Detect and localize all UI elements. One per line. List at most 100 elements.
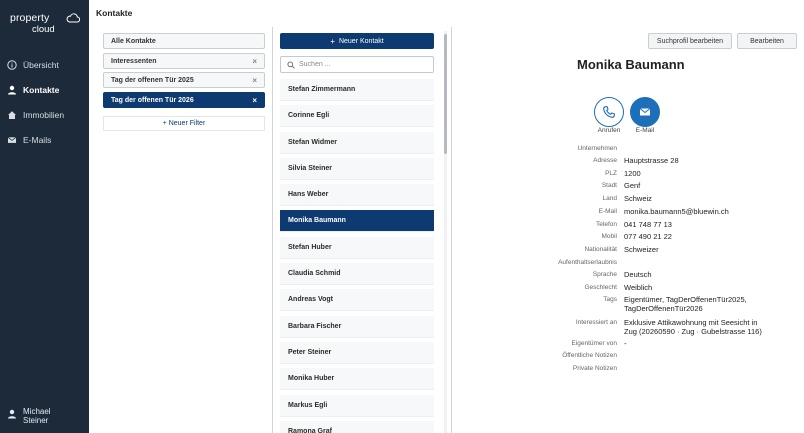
call-button[interactable] <box>594 97 624 127</box>
field-row: Stadt Genf <box>530 181 780 190</box>
user-menu[interactable]: Michael Steiner <box>7 407 51 425</box>
page-title: Kontakte <box>96 8 133 18</box>
column-divider <box>272 27 273 433</box>
mail-icon <box>7 135 17 145</box>
contact-list-item-name: Barbara Fischer <box>288 322 342 330</box>
contact-list-item-name: Monika Huber <box>288 375 335 383</box>
contact-list-item-name: Hans Weber <box>288 191 329 199</box>
contact-list-item[interactable]: Stefan Widmer <box>280 131 434 154</box>
sidebar: property cloud Übersicht Kontakte Immobi… <box>0 0 89 433</box>
filter-tag-der-offenen-tuer-2026[interactable]: Tag der offenen Tür 2026 × <box>103 92 265 108</box>
field-label: Nationalität <box>584 246 617 253</box>
contact-list-item[interactable]: Andreas Vogt <box>280 289 434 312</box>
sidebar-item-label: Immobilien <box>23 110 65 120</box>
field-row: Sprache Deutsch <box>530 270 780 279</box>
field-row: Adresse Hauptstrasse 28 <box>530 156 780 165</box>
contact-list-item-name: Silvia Steiner <box>288 164 332 172</box>
field-label: Tags <box>603 296 617 303</box>
field-label: Adresse <box>593 157 617 164</box>
contact-list-item[interactable]: Silvia Steiner <box>280 157 434 180</box>
edit-search-profile-button[interactable]: Suchprofil bearbeiten <box>648 33 732 49</box>
sidebar-item-emails[interactable]: E-Mails <box>0 130 89 150</box>
search-input[interactable] <box>299 61 429 68</box>
brand-line1: property <box>10 12 50 24</box>
contact-list-item-name: Monika Baumann <box>288 217 346 225</box>
contact-list-item[interactable]: Claudia Schmid <box>280 263 434 286</box>
contact-list-item-name: Corinne Egli <box>288 112 330 120</box>
sidebar-item-label: E-Mails <box>23 135 52 145</box>
field-row: Private Notizen <box>530 364 780 373</box>
field-value[interactable]: Exklusive Attikawohnung mit Seesicht in … <box>624 318 764 336</box>
brand-logo[interactable]: property cloud <box>10 12 80 36</box>
email-button[interactable] <box>630 97 660 127</box>
filter-tag-der-offenen-tuer-2025[interactable]: Tag der offenen Tür 2025 × <box>103 72 265 88</box>
contact-list-item[interactable]: Markus Egli <box>280 394 434 417</box>
field-label: Eigentümer von <box>571 340 617 347</box>
field-value[interactable]: 041 748 77 13 <box>624 220 764 229</box>
field-label: Telefon <box>596 221 617 228</box>
contact-list-item[interactable]: Stefan Zimmermann <box>280 79 434 101</box>
field-row: Interessiert an Exklusive Attikawohnung m… <box>530 318 780 336</box>
field-value: - <box>624 339 627 348</box>
call-label: Anrufen <box>597 127 621 134</box>
person-icon <box>7 85 17 95</box>
field-label: Öffentliche Notizen <box>562 352 617 359</box>
brand-line2: cloud <box>32 24 55 35</box>
contact-list-item-name: Stefan Widmer <box>288 138 337 146</box>
person-icon <box>7 409 17 419</box>
field-value: Schweizer <box>624 245 659 254</box>
user-first-name: Michael <box>23 407 51 416</box>
field-label: Mobil <box>601 233 617 240</box>
field-value[interactable]: 077 490 21 22 <box>624 232 764 241</box>
field-value[interactable]: monika.baumann5@bluewin.ch <box>624 207 764 216</box>
field-value: Schweiz <box>624 194 652 203</box>
sidebar-item-kontakte[interactable]: Kontakte <box>0 80 89 100</box>
field-label: Geschlecht <box>584 284 617 291</box>
contact-list-item[interactable]: Monika Baumann <box>280 210 434 233</box>
new-contact-label: Neuer Kontakt <box>338 37 384 45</box>
contact-list-item[interactable]: Corinne Egli <box>280 105 434 128</box>
field-label: Unternehmen <box>577 145 617 152</box>
sidebar-item-label: Kontakte <box>23 85 60 95</box>
contact-list-item[interactable]: Hans Weber <box>280 184 434 207</box>
field-row: Eigentümer von - <box>530 339 780 348</box>
field-row: Telefon 041 748 77 13 <box>530 220 780 229</box>
contact-list-item-name: Stefan Huber <box>288 243 332 251</box>
field-value: Hauptstrasse 28 <box>624 156 679 165</box>
sidebar-item-immobilien[interactable]: Immobilien <box>0 105 89 125</box>
filter-interessenten[interactable]: Interessenten × <box>103 53 265 69</box>
info-icon <box>7 60 17 70</box>
field-label: Stadt <box>601 182 617 189</box>
new-contact-button[interactable]: + Neuer Kontakt <box>280 33 434 49</box>
contact-list-item[interactable]: Monika Huber <box>280 368 434 391</box>
scrollbar-thumb[interactable] <box>444 34 447 154</box>
field-row: PLZ 1200 <box>530 169 780 178</box>
field-row: Unternehmen <box>530 144 780 153</box>
search-icon <box>287 60 295 69</box>
field-label: Sprache <box>592 271 617 278</box>
field-value: Deutsch <box>624 270 652 279</box>
contact-name: Monika Baumann <box>577 57 685 72</box>
close-icon[interactable]: × <box>252 57 257 66</box>
new-filter-button[interactable]: + Neuer Filter <box>103 116 265 131</box>
contact-list-item[interactable]: Peter Steiner <box>280 341 434 364</box>
field-row: Land Schweiz <box>530 194 780 203</box>
search-field[interactable] <box>280 56 434 73</box>
user-last-name: Steiner <box>23 416 49 425</box>
contact-list-item[interactable]: Barbara Fischer <box>280 315 434 338</box>
contact-list-item-name: Peter Steiner <box>288 348 332 356</box>
contact-list-item[interactable]: Ramona Graf <box>280 420 434 433</box>
field-label: Private Notizen <box>572 365 617 372</box>
phone-icon <box>603 105 616 118</box>
filter-alle-kontakte[interactable]: Alle Kontakte <box>103 33 265 49</box>
plus-icon: + <box>330 36 335 46</box>
home-icon <box>7 110 17 120</box>
close-icon[interactable]: × <box>252 96 257 105</box>
filter-label: Tag der offenen Tür 2025 <box>111 76 194 84</box>
sidebar-item-uebersicht[interactable]: Übersicht <box>0 55 89 75</box>
close-icon[interactable]: × <box>252 76 257 85</box>
column-divider <box>451 27 452 433</box>
contact-list-item[interactable]: Stefan Huber <box>280 236 434 259</box>
field-value: Genf <box>624 181 641 190</box>
edit-button[interactable]: Bearbeiten <box>737 33 797 49</box>
